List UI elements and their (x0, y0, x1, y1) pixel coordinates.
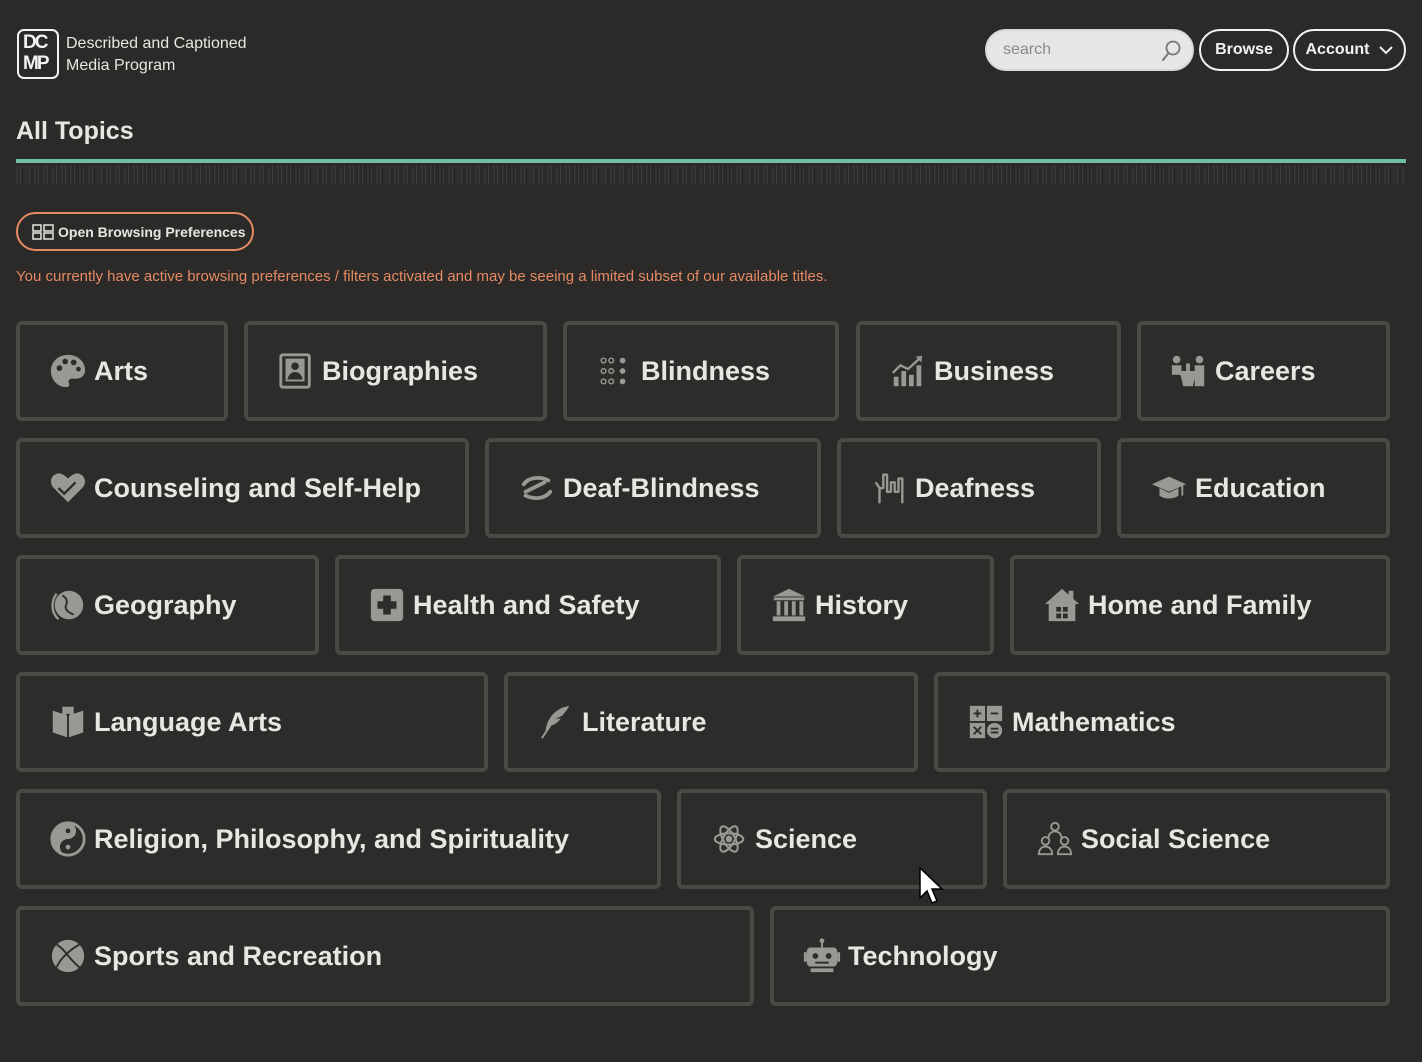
topic-deaf-blindness[interactable]: Deaf-Blindness (485, 438, 821, 538)
portrait-icon (276, 351, 316, 391)
topic-label: Mathematics (1012, 706, 1176, 737)
robot-icon (802, 936, 842, 976)
topic-label: Language Arts (94, 706, 283, 737)
browse-button[interactable]: Browse (1199, 29, 1289, 71)
topic-mathematics[interactable]: Mathematics (934, 672, 1390, 772)
browse-label: Browse (1215, 41, 1273, 58)
graduation-cap-icon (1149, 468, 1189, 508)
topic-language-arts[interactable]: Language Arts (16, 672, 488, 772)
title-underline (16, 159, 1406, 163)
topic-label: Home and Family (1088, 589, 1312, 620)
topic-careers[interactable]: Careers (1137, 321, 1390, 421)
topic-deafness[interactable]: Deafness (837, 438, 1101, 538)
topic-label: Business (934, 355, 1055, 386)
topic-social-science[interactable]: Social Science (1003, 789, 1390, 889)
topic-label: Biographies (322, 355, 479, 386)
topic-technology[interactable]: Technology (770, 906, 1390, 1006)
search-input[interactable] (1003, 39, 1153, 61)
columns-building-icon (769, 585, 809, 625)
open-browsing-preferences-button[interactable]: Open Browsing Preferences (16, 212, 254, 251)
topic-biographies[interactable]: Biographies (244, 321, 547, 421)
grid-layout-icon (32, 223, 54, 240)
topic-business[interactable]: Business (856, 321, 1121, 421)
topic-health-and-safety[interactable]: Health and Safety (335, 555, 721, 655)
brand-name[interactable]: Described and Captioned Media Program (66, 33, 286, 77)
atom-icon (709, 819, 749, 859)
search-box (985, 29, 1194, 71)
braille-icon (595, 351, 635, 391)
hands-swap-icon (517, 468, 557, 508)
globe-icon (48, 585, 88, 625)
people-group-icon (1035, 819, 1075, 859)
topic-geography[interactable]: Geography (16, 555, 319, 655)
open-book-icon (48, 702, 88, 742)
page-title: All Topics (16, 117, 134, 145)
topic-home-and-family[interactable]: Home and Family (1010, 555, 1390, 655)
house-icon (1042, 585, 1082, 625)
chevron-down-icon (1378, 46, 1393, 55)
site-header: DC MP Described and Captioned Media Prog… (0, 0, 1422, 100)
topic-label: Sports and Recreation (94, 940, 383, 971)
people-podium-icon (1169, 351, 1209, 391)
topic-label: Geography (94, 589, 237, 620)
topic-arts[interactable]: Arts (16, 321, 228, 421)
topic-label: History (815, 589, 909, 620)
account-button[interactable]: Account (1293, 29, 1406, 71)
preferences-notice: You currently have active browsing prefe… (16, 268, 828, 285)
ball-icon (48, 936, 88, 976)
topic-literature[interactable]: Literature (504, 672, 918, 772)
decorative-band (16, 166, 1406, 184)
topic-counseling-and-self-help[interactable]: Counseling and Self-Help (16, 438, 469, 538)
chart-growth-icon (888, 351, 928, 391)
brand-line-2: Media Program (66, 57, 176, 74)
dcmp-logo[interactable]: DC MP (17, 29, 59, 79)
topic-education[interactable]: Education (1117, 438, 1390, 538)
topic-label: Religion, Philosophy, and Spirituality (94, 823, 570, 854)
topic-sports-and-recreation[interactable]: Sports and Recreation (16, 906, 754, 1006)
preferences-button-label: Open Browsing Preferences (58, 223, 246, 240)
mouse-pointer-icon (919, 866, 944, 904)
topic-label: Technology (848, 940, 998, 971)
topic-label: Education (1195, 472, 1326, 503)
brand-line-1: Described and Captioned (66, 35, 247, 52)
topic-label: Deafness (915, 472, 1036, 503)
topic-label: Counseling and Self-Help (94, 472, 422, 503)
calculator-symbols-icon (966, 702, 1006, 742)
first-aid-icon (367, 585, 407, 625)
topic-religion-philosophy-and-spirituality[interactable]: Religion, Philosophy, and Spirituality (16, 789, 661, 889)
search-icon[interactable] (1160, 39, 1182, 63)
topic-label: Social Science (1081, 823, 1271, 854)
topic-label: Health and Safety (413, 589, 640, 620)
topic-label: Blindness (641, 355, 771, 386)
topic-history[interactable]: History (737, 555, 994, 655)
heart-hands-icon (48, 468, 88, 508)
logo-text-bottom: MP (23, 53, 49, 74)
sign-hand-icon (869, 468, 909, 508)
quill-icon (536, 702, 576, 742)
topic-label: Careers (1215, 355, 1316, 386)
topic-label: Deaf-Blindness (563, 472, 760, 503)
logo-text-top: DC (23, 32, 48, 53)
topic-blindness[interactable]: Blindness (563, 321, 839, 421)
topic-label: Arts (94, 355, 149, 386)
palette-icon (48, 351, 88, 391)
topic-label: Literature (582, 706, 707, 737)
yin-yang-icon (48, 819, 88, 859)
topic-label: Science (755, 823, 858, 854)
account-label: Account (1305, 41, 1370, 58)
